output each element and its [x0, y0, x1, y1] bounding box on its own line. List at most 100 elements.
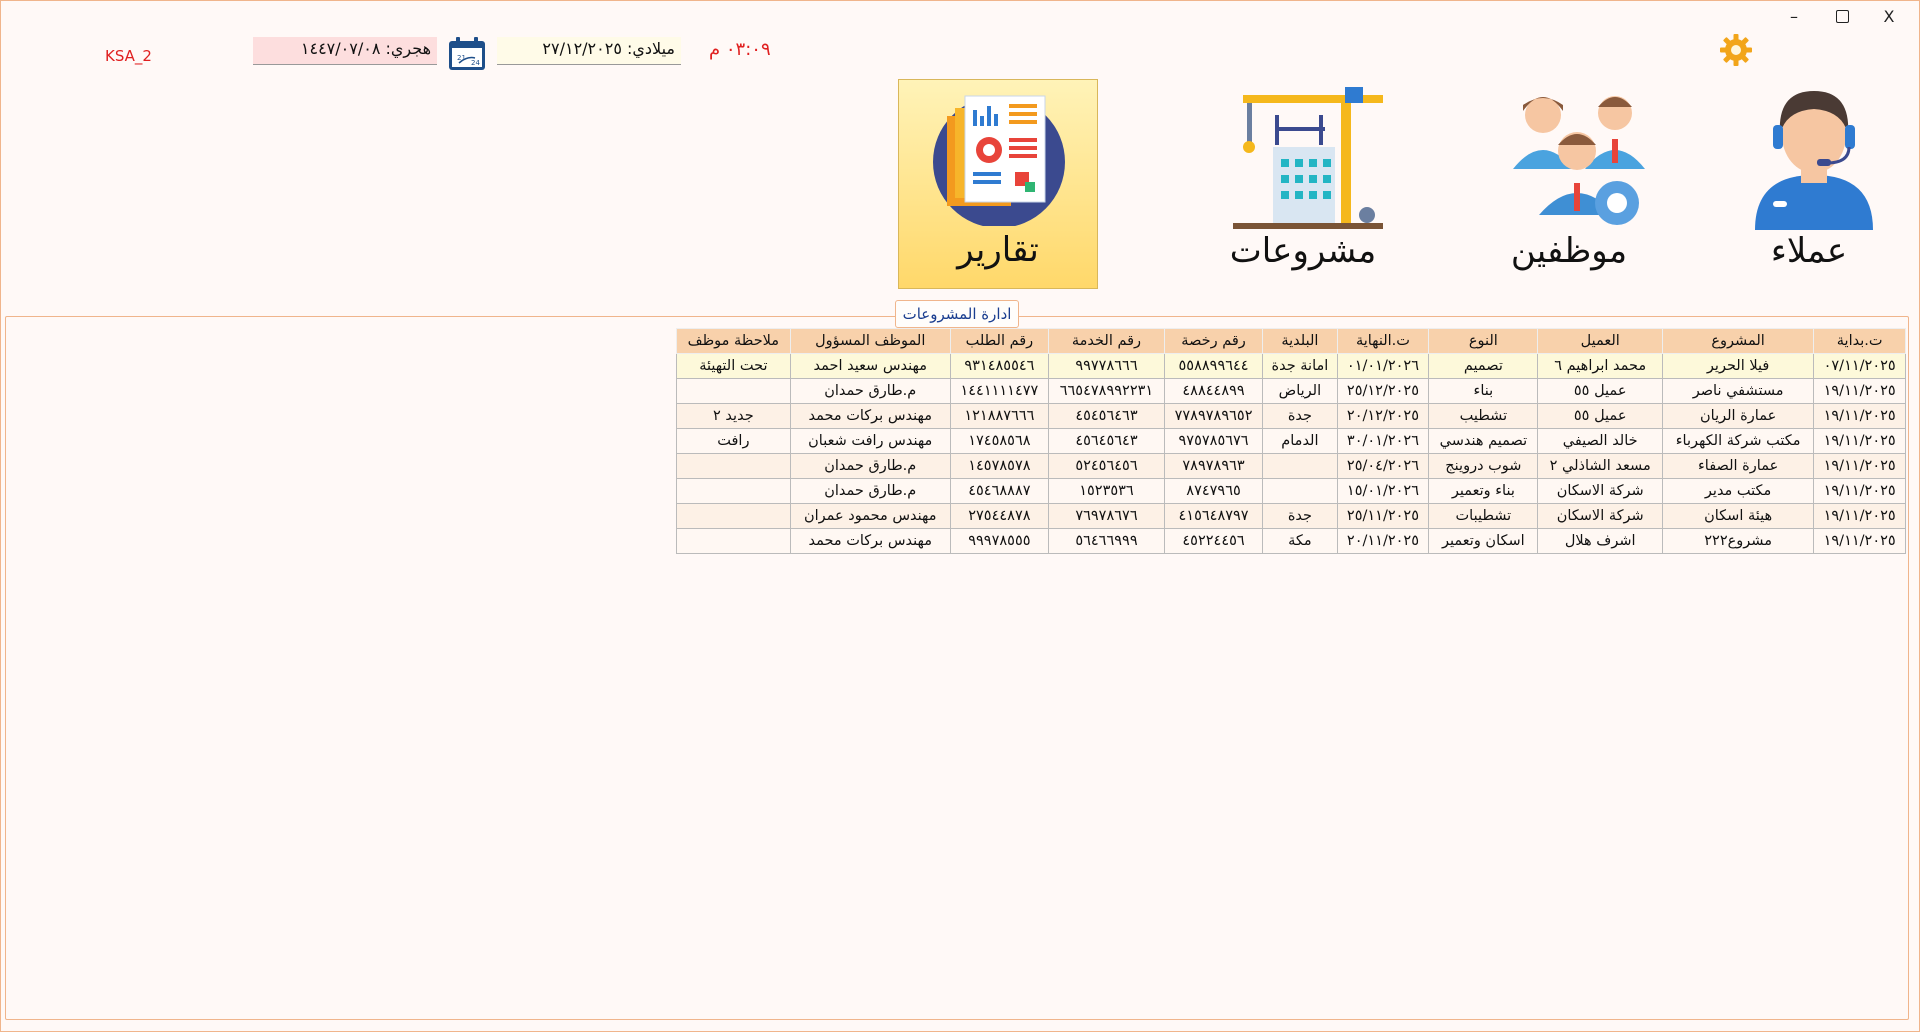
- table-row[interactable]: ١٩/١١/٢٠٢٥ هيئة اسكان شركة الاسكان تشطيبات ٢…: [676, 503, 1906, 529]
- table-cell[interactable]: جدة: [1262, 403, 1338, 429]
- table-cell[interactable]: ٤٥٢٢٤٤٥٦: [1163, 528, 1264, 554]
- table-cell[interactable]: بناء: [1428, 378, 1539, 404]
- table-cell[interactable]: ٩٩٩٧٨٥٥٥: [949, 528, 1050, 554]
- column-header[interactable]: الموظف المسؤول: [789, 328, 951, 354]
- reports-module-button[interactable]: تقارير: [898, 79, 1098, 289]
- table-cell[interactable]: [676, 528, 791, 554]
- table-cell[interactable]: جدة: [1262, 503, 1338, 529]
- table-cell[interactable]: ٤٥٤٥٦٤٦٣: [1048, 403, 1165, 429]
- table-cell[interactable]: ١٤٤١١١١٤٧٧: [949, 378, 1050, 404]
- table-cell[interactable]: ٧٦٩٧٨٦٧٦: [1048, 503, 1165, 529]
- minimize-button[interactable]: –: [1771, 1, 1817, 31]
- table-cell[interactable]: الدمام: [1262, 428, 1338, 454]
- table-cell[interactable]: [676, 478, 791, 504]
- table-cell[interactable]: خالد الصيفي: [1537, 428, 1663, 454]
- gear-icon[interactable]: [1719, 33, 1753, 67]
- table-row[interactable]: ١٩/١١/٢٠٢٥ عمارة الصفاء مسعد الشاذلي ٢ شوب …: [676, 453, 1906, 479]
- table-cell[interactable]: [1262, 453, 1338, 479]
- table-cell[interactable]: ٦٦٥٤٧٨٩٩٢٢٣١: [1048, 378, 1165, 404]
- table-cell[interactable]: عميل ٥٥: [1537, 403, 1663, 429]
- table-row[interactable]: ١٩/١١/٢٠٢٥ مكتب شركة الكهرباء خالد الصيفي ت…: [676, 428, 1906, 454]
- table-cell[interactable]: ٠١/٠١/٢٠٢٦: [1336, 353, 1430, 379]
- table-cell[interactable]: عمارة الصفاء: [1661, 453, 1815, 479]
- column-header[interactable]: رقم الطلب: [949, 328, 1050, 354]
- hijri-date-field[interactable]: هجري: ١٤٤٧/٠٧/٠٨: [253, 37, 437, 65]
- maximize-button[interactable]: [1819, 1, 1865, 31]
- table-cell[interactable]: شركة الاسكان: [1537, 503, 1663, 529]
- table-cell[interactable]: ٧٧٨٩٧٨٩٦٥٢: [1163, 403, 1264, 429]
- table-cell[interactable]: مكتب شركة الكهرباء: [1661, 428, 1815, 454]
- table-cell[interactable]: اشرف هلال: [1537, 528, 1663, 554]
- table-cell[interactable]: هيئة اسكان: [1661, 503, 1815, 529]
- table-cell[interactable]: ٨٧٤٧٩٦٥: [1163, 478, 1264, 504]
- table-row[interactable]: ٠٧/١١/٢٠٢٥ فيلا الحرير محمد ابراهيم ٦ تصميم…: [676, 353, 1906, 379]
- table-cell[interactable]: م.طارق حمدان: [789, 453, 951, 479]
- table-cell[interactable]: فيلا الحرير: [1661, 353, 1815, 379]
- table-cell[interactable]: مهندس بركات محمد: [789, 403, 951, 429]
- table-cell[interactable]: ٢٥/١٢/٢٠٢٥: [1336, 378, 1430, 404]
- table-cell[interactable]: تصميم: [1428, 353, 1539, 379]
- table-cell[interactable]: شركة الاسكان: [1537, 478, 1663, 504]
- table-cell[interactable]: مسعد الشاذلي ٢: [1537, 453, 1663, 479]
- table-cell[interactable]: ١٩/١١/٢٠٢٥: [1813, 428, 1906, 454]
- table-cell[interactable]: م.طارق حمدان: [789, 378, 951, 404]
- column-header[interactable]: رقم رخصة: [1163, 328, 1264, 354]
- table-row[interactable]: ١٩/١١/٢٠٢٥ مشروع٢٢٢ اشرف هلال اسكان وتعمير ٢…: [676, 528, 1906, 554]
- table-cell[interactable]: [676, 503, 791, 529]
- table-cell[interactable]: ٠٧/١١/٢٠٢٥: [1813, 353, 1906, 379]
- gregorian-date-field[interactable]: ميلادي: ٢٧/١٢/٢٠٢٥: [497, 37, 681, 65]
- table-cell[interactable]: ٧٨٩٧٨٩٦٣: [1163, 453, 1264, 479]
- table-cell[interactable]: تصميم هندسي: [1428, 428, 1539, 454]
- column-header[interactable]: ملاحظة موظف: [676, 328, 791, 354]
- table-cell[interactable]: ٣٠/٠١/٢٠٢٦: [1336, 428, 1430, 454]
- table-cell[interactable]: ١٥٢٣٥٣٦: [1048, 478, 1165, 504]
- table-cell[interactable]: ٢٠/١١/٢٠٢٥: [1336, 528, 1430, 554]
- projects-module-button[interactable]: مشروعات: [1203, 79, 1403, 289]
- table-cell[interactable]: ٢٧٥٤٤٨٧٨: [949, 503, 1050, 529]
- table-cell[interactable]: ١٤٥٧٨٥٧٨: [949, 453, 1050, 479]
- close-button[interactable]: X: [1866, 1, 1912, 31]
- table-cell[interactable]: ٩٩٧٧٨٦٦٦: [1048, 353, 1165, 379]
- table-cell[interactable]: مهندس سعيد احمد: [789, 353, 951, 379]
- table-cell[interactable]: ٤٥٤٦٨٨٨٧: [949, 478, 1050, 504]
- table-cell[interactable]: ٢٥/١١/٢٠٢٥: [1336, 503, 1430, 529]
- table-cell[interactable]: ١٩/١١/٢٠٢٥: [1813, 453, 1906, 479]
- table-cell[interactable]: مهندس رافت شعبان: [789, 428, 951, 454]
- table-cell[interactable]: اسكان وتعمير: [1428, 528, 1539, 554]
- column-header[interactable]: ت.بداية: [1813, 328, 1906, 354]
- table-cell[interactable]: ٩٧٥٧٨٥٦٧٦: [1163, 428, 1264, 454]
- table-cell[interactable]: مكة: [1262, 528, 1338, 554]
- table-cell[interactable]: ٤٨٨٤٤٨٩٩: [1163, 378, 1264, 404]
- column-header[interactable]: المشروع: [1661, 328, 1815, 354]
- table-cell[interactable]: ١٩/١١/٢٠٢٥: [1813, 478, 1906, 504]
- table-cell[interactable]: ١٢١٨٨٧٦٦٦: [949, 403, 1050, 429]
- table-cell[interactable]: امانة جدة: [1262, 353, 1338, 379]
- table-cell[interactable]: [1262, 478, 1338, 504]
- table-cell[interactable]: [676, 378, 791, 404]
- table-cell[interactable]: محمد ابراهيم ٦: [1537, 353, 1663, 379]
- table-cell[interactable]: الرياض: [1262, 378, 1338, 404]
- table-cell[interactable]: عمارة الريان: [1661, 403, 1815, 429]
- table-cell[interactable]: مهندس بركات محمد: [789, 528, 951, 554]
- table-row[interactable]: ١٩/١١/٢٠٢٥ مكتب مدير شركة الاسكان بناء وتعم…: [676, 478, 1906, 504]
- clients-module-button[interactable]: عملاء: [1709, 79, 1909, 289]
- table-cell[interactable]: ٥٥٨٨٩٩٦٤٤: [1163, 353, 1264, 379]
- table-cell[interactable]: ١٩/١١/٢٠٢٥: [1813, 503, 1906, 529]
- table-cell[interactable]: ٤٥٦٤٥٦٤٣: [1048, 428, 1165, 454]
- table-cell[interactable]: ١٥/٠١/٢٠٢٦: [1336, 478, 1430, 504]
- table-cell[interactable]: ٢٠/١٢/٢٠٢٥: [1336, 403, 1430, 429]
- table-cell[interactable]: مشروع٢٢٢: [1661, 528, 1815, 554]
- table-cell[interactable]: تشطيبات: [1428, 503, 1539, 529]
- table-cell[interactable]: تشطيب: [1428, 403, 1539, 429]
- column-header[interactable]: ت.النهاية: [1336, 328, 1430, 354]
- table-cell[interactable]: [676, 453, 791, 479]
- column-header[interactable]: النوع: [1428, 328, 1539, 354]
- table-cell[interactable]: ٥٦٤٦٦٩٩٩: [1048, 528, 1165, 554]
- table-cell[interactable]: جديد ٢: [676, 403, 791, 429]
- table-cell[interactable]: ١٩/١١/٢٠٢٥: [1813, 528, 1906, 554]
- table-cell[interactable]: بناء وتعمير: [1428, 478, 1539, 504]
- table-cell[interactable]: مكتب مدير: [1661, 478, 1815, 504]
- table-cell[interactable]: رافت: [676, 428, 791, 454]
- table-cell[interactable]: ٢٥/٠٤/٢٠٢٦: [1336, 453, 1430, 479]
- table-cell[interactable]: ٩٣١٤٨٥٥٤٦: [949, 353, 1050, 379]
